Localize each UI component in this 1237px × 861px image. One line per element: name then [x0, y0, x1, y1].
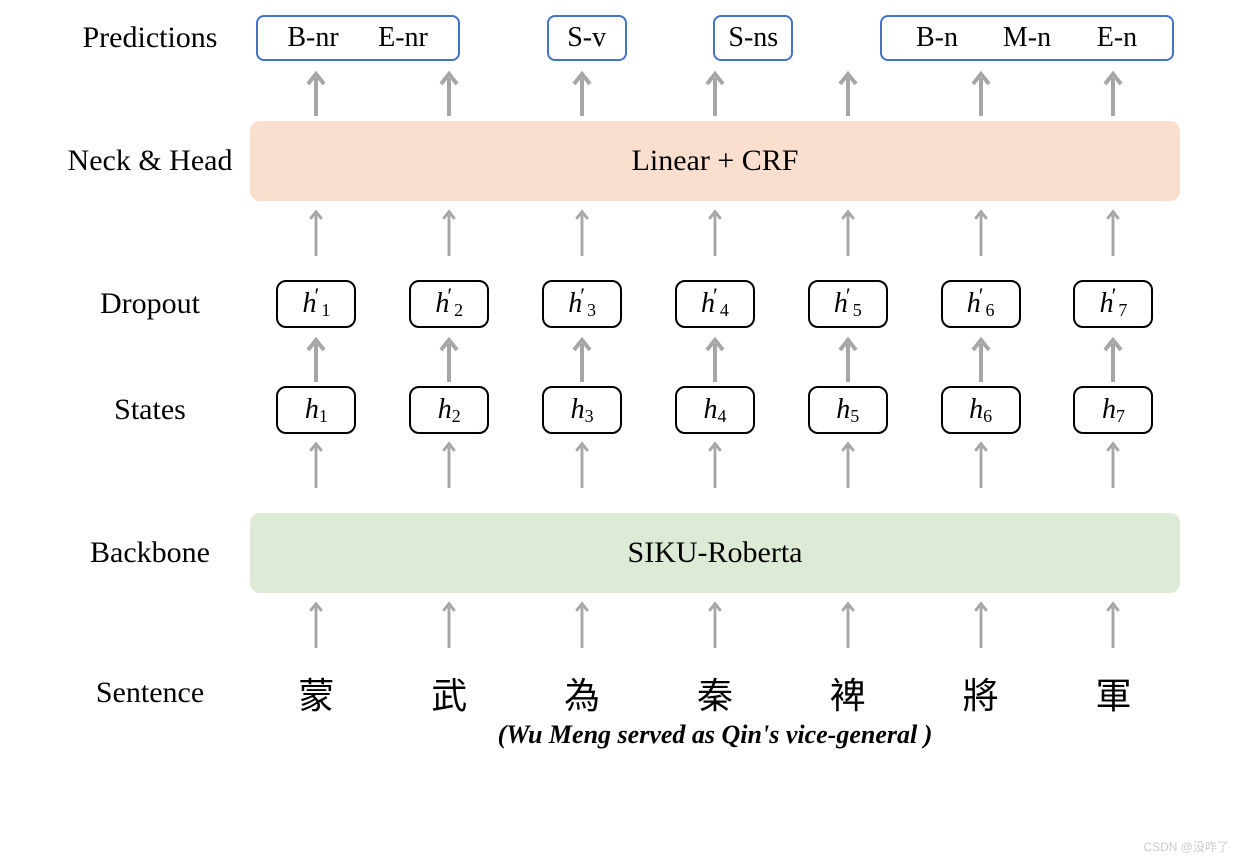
sentence-char: 裨: [808, 667, 888, 719]
prediction-tag: B-n: [892, 22, 982, 54]
up-arrow-icon: [276, 332, 356, 382]
prediction-tag: S-ns: [713, 15, 793, 61]
up-arrow-icon: [542, 598, 622, 668]
up-arrow-icon: [542, 206, 622, 276]
up-arrow-icon: [1073, 206, 1153, 276]
up-arrow-icon: [542, 66, 622, 116]
predictions-label: Predictions: [50, 21, 250, 55]
up-arrow-icon: [542, 438, 622, 508]
sentence-char: 蒙: [276, 667, 356, 719]
up-arrow-icon: [1073, 438, 1153, 508]
dropout-state: h′2: [409, 280, 489, 328]
hidden-state: h2: [409, 386, 489, 434]
up-arrow-icon: [1073, 332, 1153, 382]
sentence-char: 秦: [675, 667, 755, 719]
prediction-tag: B-nr: [268, 22, 358, 54]
dropout-state: h′3: [542, 280, 622, 328]
watermark: CSDN @没咋了: [1143, 838, 1229, 855]
dropout-state: h′6: [941, 280, 1021, 328]
prediction-tag: E-nr: [358, 22, 448, 54]
dropout-state: h′5: [808, 280, 888, 328]
up-arrow-icon: [542, 332, 622, 382]
up-arrow-icon: [409, 598, 489, 668]
up-arrow-icon: [675, 332, 755, 382]
up-arrow-icon: [1073, 66, 1153, 116]
neckhead-block: Linear + CRF: [250, 121, 1180, 201]
hidden-state: h7: [1073, 386, 1153, 434]
prediction-tag: S-v: [547, 15, 627, 61]
prediction-group-nr: B-nr E-nr: [256, 15, 460, 61]
hidden-state: h3: [542, 386, 622, 434]
sentence-label: Sentence: [50, 676, 250, 710]
up-arrow-icon: [675, 66, 755, 116]
up-arrow-icon: [675, 206, 755, 276]
up-arrow-icon: [675, 598, 755, 668]
sentence-translation: (Wu Meng served as Qin's vice-general ): [250, 720, 1180, 750]
sentence-char: 軍: [1073, 667, 1153, 719]
up-arrow-icon: [941, 206, 1021, 276]
up-arrow-icon: [409, 332, 489, 382]
dropout-state: h′4: [675, 280, 755, 328]
hidden-state: h4: [675, 386, 755, 434]
hidden-state: h6: [941, 386, 1021, 434]
hidden-state: h1: [276, 386, 356, 434]
arrow-row: [250, 206, 1180, 276]
up-arrow-icon: [941, 332, 1021, 382]
hidden-state: h5: [808, 386, 888, 434]
neckhead-label: Neck & Head: [50, 144, 250, 178]
up-arrow-icon: [941, 598, 1021, 668]
up-arrow-icon: [409, 66, 489, 116]
up-arrow-icon: [276, 598, 356, 668]
sentence-char: 將: [941, 667, 1021, 719]
dropout-state: h′7: [1073, 280, 1153, 328]
prediction-group-n: B-n M-n E-n: [880, 15, 1174, 61]
up-arrow-icon: [808, 598, 888, 668]
up-arrow-icon: [941, 66, 1021, 116]
dropout-state: h′1: [276, 280, 356, 328]
sentence-char: 武: [409, 667, 489, 719]
dropout-label: Dropout: [50, 287, 250, 321]
up-arrow-icon: [276, 438, 356, 508]
predictions-row: B-nr E-nr S-v S-ns B-n M-n E-n: [250, 15, 1180, 61]
arrow-row: [250, 66, 1180, 116]
up-arrow-icon: [808, 206, 888, 276]
arrow-row: [250, 332, 1180, 382]
sentence-row: 蒙 武 為 秦 裨 將 軍: [250, 667, 1180, 719]
up-arrow-icon: [808, 332, 888, 382]
up-arrow-icon: [276, 66, 356, 116]
up-arrow-icon: [808, 438, 888, 508]
up-arrow-icon: [409, 206, 489, 276]
up-arrow-icon: [409, 438, 489, 508]
backbone-block: SIKU-Roberta: [250, 513, 1180, 593]
arrow-row: [250, 598, 1180, 668]
states-row: h1 h2 h3 h4 h5 h6 h7: [250, 386, 1180, 434]
up-arrow-icon: [675, 438, 755, 508]
up-arrow-icon: [941, 438, 1021, 508]
sentence-char: 為: [542, 667, 622, 719]
up-arrow-icon: [276, 206, 356, 276]
dropout-row: h′1 h′2 h′3 h′4 h′5 h′6 h′7: [250, 280, 1180, 328]
prediction-tag: M-n: [982, 22, 1072, 54]
backbone-label: Backbone: [50, 536, 250, 570]
up-arrow-icon: [808, 66, 888, 116]
up-arrow-icon: [1073, 598, 1153, 668]
states-label: States: [50, 393, 250, 427]
architecture-diagram: Predictions B-nr E-nr S-v S-ns B-n M-n E…: [50, 10, 1190, 750]
prediction-tag: E-n: [1072, 22, 1162, 54]
arrow-row: [250, 438, 1180, 508]
